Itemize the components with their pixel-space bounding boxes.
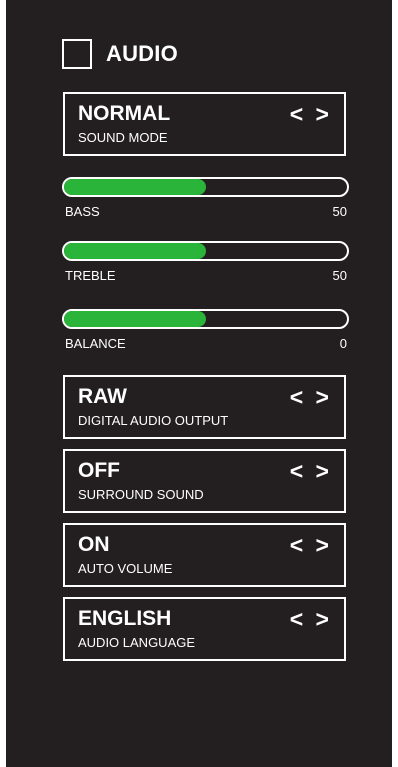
audio-language-value: ENGLISH	[78, 607, 172, 630]
bass-label: BASS	[65, 204, 100, 219]
digital-audio-output-value: RAW	[78, 385, 127, 408]
auto-volume-arrows[interactable]: < >	[290, 533, 332, 557]
audio-language-option[interactable]: ENGLISH AUDIO LANGUAGE < >	[63, 597, 346, 661]
treble-slider[interactable]: TREBLE 50	[62, 241, 349, 283]
sound-mode-arrows[interactable]: < >	[290, 102, 332, 126]
auto-volume-label: AUTO VOLUME	[78, 561, 173, 576]
bass-value: 50	[332, 204, 347, 219]
treble-slider-fill	[64, 243, 206, 259]
menu-header: AUDIO	[62, 37, 178, 71]
surround-sound-option[interactable]: OFF SURROUND SOUND < >	[63, 449, 346, 513]
audio-language-arrows[interactable]: < >	[290, 607, 332, 631]
surround-sound-arrows[interactable]: < >	[290, 459, 332, 483]
treble-label: TREBLE	[65, 268, 116, 283]
audio-icon	[62, 39, 92, 69]
audio-language-label: AUDIO LANGUAGE	[78, 635, 196, 650]
surround-sound-value: OFF	[78, 459, 120, 482]
sound-mode-label: SOUND MODE	[78, 130, 168, 145]
balance-slider-track[interactable]	[62, 309, 349, 329]
menu-title: AUDIO	[106, 41, 178, 66]
digital-audio-output-arrows[interactable]: < >	[290, 385, 332, 409]
bass-slider-fill	[64, 179, 206, 195]
surround-sound-label: SURROUND SOUND	[78, 487, 204, 502]
auto-volume-value: ON	[78, 533, 110, 556]
treble-slider-track[interactable]	[62, 241, 349, 261]
balance-label: BALANCE	[65, 336, 126, 351]
bass-slider[interactable]: BASS 50	[62, 177, 349, 219]
digital-audio-output-label: DIGITAL AUDIO OUTPUT	[78, 413, 229, 428]
balance-slider-fill	[64, 311, 206, 327]
auto-volume-option[interactable]: ON AUTO VOLUME < >	[63, 523, 346, 587]
sound-mode-value: NORMAL	[78, 102, 171, 125]
treble-value: 50	[332, 268, 347, 283]
digital-audio-output-option[interactable]: RAW DIGITAL AUDIO OUTPUT < >	[63, 375, 346, 439]
bass-slider-track[interactable]	[62, 177, 349, 197]
balance-value: 0	[339, 336, 347, 351]
sound-mode-option[interactable]: NORMAL SOUND MODE < >	[63, 92, 346, 156]
balance-slider[interactable]: BALANCE 0	[62, 309, 349, 351]
audio-menu-panel: AUDIO NORMAL SOUND MODE < > BASS 50 TREB…	[6, 0, 392, 767]
